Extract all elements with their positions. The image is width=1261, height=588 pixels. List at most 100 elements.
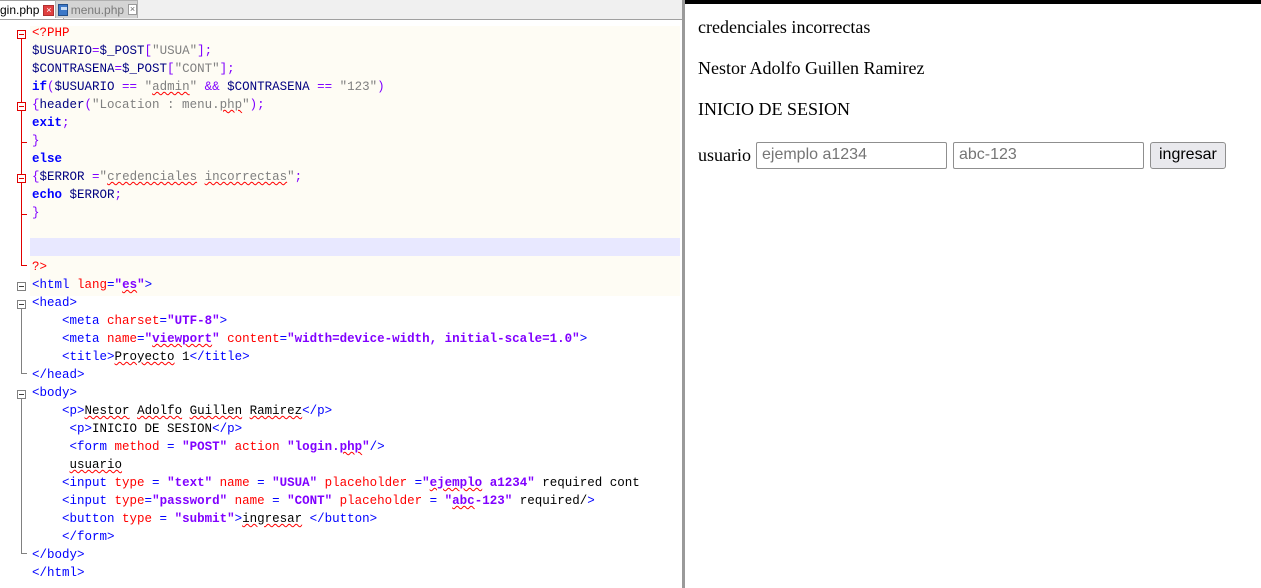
- code-line[interactable]: ?>: [32, 260, 682, 278]
- fold-line: [21, 309, 22, 373]
- code-token: =: [279, 332, 288, 346]
- code-line[interactable]: </html>: [32, 566, 682, 584]
- fold-toggle-icon[interactable]: [17, 282, 26, 291]
- code-line[interactable]: }: [32, 206, 682, 224]
- code-token: "password": [152, 494, 228, 508]
- code-token: <button: [62, 512, 123, 526]
- code-line[interactable]: <?PHP: [32, 26, 682, 44]
- code-line[interactable]: [32, 242, 682, 260]
- code-token: <?PHP: [32, 26, 70, 40]
- fold-toggle-icon[interactable]: [17, 102, 26, 111]
- code-line[interactable]: <head>: [32, 296, 682, 314]
- submit-button[interactable]: ingresar: [1150, 141, 1226, 169]
- code-token: <input: [62, 494, 115, 508]
- code-token: $USUARIO: [54, 80, 115, 94]
- code-line[interactable]: <title>Proyecto 1</title>: [32, 350, 682, 368]
- browser-preview: credenciales incorrectas Nestor Adolfo G…: [685, 0, 1261, 588]
- code-token: ": [189, 80, 198, 94]
- code-token: viewport: [152, 332, 213, 346]
- code-token: $_POST: [99, 44, 145, 58]
- code-area[interactable]: <?PHP $USUARIO=$_POST["USUA"]; $CONTRASENA…: [0, 20, 682, 588]
- code-line[interactable]: <html lang="es">: [32, 278, 682, 296]
- code-line[interactable]: <p>INICIO DE SESION</p>: [32, 422, 682, 440]
- code-token: </title>: [189, 350, 250, 364]
- code-line[interactable]: if($USUARIO == "admin" && $CONTRASENA ==…: [32, 80, 682, 98]
- code-token: ): [377, 80, 385, 94]
- code-token: </button>: [309, 512, 378, 526]
- code-line[interactable]: {$ERROR ="credenciales incorrectas";: [32, 170, 682, 188]
- code-token: method: [114, 440, 160, 454]
- code-token: ingresar: [242, 512, 303, 526]
- code-token: <html: [32, 278, 78, 292]
- code-token: type: [114, 476, 145, 490]
- code-token: Nestor: [84, 404, 130, 418]
- fold-line: [21, 399, 22, 553]
- code-token: incorrectas: [204, 170, 288, 184]
- code-token: >: [219, 314, 228, 328]
- fold-toggle-icon[interactable]: [17, 390, 26, 399]
- username-input[interactable]: [756, 141, 947, 169]
- code-line[interactable]: <p>Nestor Adolfo Guillen Ramirez</p>: [32, 404, 682, 422]
- code-token: <p>: [69, 422, 93, 436]
- code-line[interactable]: else: [32, 152, 682, 170]
- code-token: "submit": [174, 512, 235, 526]
- password-input[interactable]: [953, 141, 1144, 169]
- code-line[interactable]: <button type = "submit">ingresar </butto…: [32, 512, 682, 530]
- code-token: [: [144, 44, 153, 58]
- code-line[interactable]: $CONTRASENA=$_POST["CONT"];: [32, 62, 682, 80]
- code-token: Ramirez: [249, 404, 303, 418]
- fold-toggle-icon[interactable]: [17, 174, 26, 183]
- code-line[interactable]: </form>: [32, 530, 682, 548]
- code-token: =: [144, 494, 153, 508]
- code-token: type: [114, 494, 145, 508]
- code-token: Adolfo: [137, 404, 183, 418]
- code-token: ;: [294, 170, 303, 184]
- fold-toggle-icon[interactable]: [17, 300, 26, 309]
- code-line[interactable]: {header("Location : menu.php");: [32, 98, 682, 116]
- code-line[interactable]: [32, 224, 682, 242]
- code-token: <meta: [62, 314, 108, 328]
- code-editor[interactable]: gin.php × menu.php × <?PHP $USUARIO=$_PO…: [0, 0, 682, 588]
- code-token: "USUA": [152, 44, 198, 58]
- code-token: </body>: [32, 548, 85, 562]
- error-message: credenciales incorrectas: [698, 17, 871, 37]
- code-line[interactable]: }: [32, 134, 682, 152]
- code-token: ": [362, 440, 370, 454]
- code-line[interactable]: $USUARIO=$_POST["USUA"];: [32, 44, 682, 62]
- browser-top-bar: [685, 0, 1261, 4]
- code-token: ==: [309, 80, 340, 94]
- code-lines: <?PHP $USUARIO=$_POST["USUA"]; $CONTRASENA…: [32, 26, 682, 584]
- code-line[interactable]: <meta name="viewport" content="width=dev…: [32, 332, 682, 350]
- code-line[interactable]: <body>: [32, 386, 682, 404]
- code-token: -123": [474, 494, 513, 508]
- tab-label: gin.php: [0, 3, 40, 17]
- code-line[interactable]: </body>: [32, 548, 682, 566]
- close-tab-icon[interactable]: ×: [43, 4, 55, 16]
- code-line[interactable]: usuario: [32, 458, 682, 476]
- tab-menu-php[interactable]: menu.php ×: [55, 0, 138, 18]
- code-token: ejemplo: [429, 476, 483, 490]
- fold-end-mark: [21, 214, 27, 215]
- fold-toggle-icon[interactable]: [17, 30, 26, 39]
- code-line[interactable]: </head>: [32, 368, 682, 386]
- code-token: INICIO DE SESION: [92, 422, 213, 436]
- code-line[interactable]: exit;: [32, 116, 682, 134]
- close-tab-icon[interactable]: ×: [128, 4, 137, 15]
- code-token: ==: [114, 80, 145, 94]
- code-line[interactable]: <input type="password" name = "CONT" pla…: [32, 494, 682, 512]
- code-line[interactable]: <meta charset="UTF-8">: [32, 314, 682, 332]
- code-line[interactable]: <input type = "text" name = "USUA" place…: [32, 476, 682, 494]
- code-line[interactable]: echo $ERROR;: [32, 188, 682, 206]
- code-token: Proyecto: [114, 350, 175, 364]
- login-form: usuario ingresar: [698, 141, 1226, 169]
- code-line[interactable]: <form method = "POST" action "login.php"…: [32, 440, 682, 458]
- code-token: [: [167, 62, 175, 76]
- code-token: </head>: [32, 368, 85, 382]
